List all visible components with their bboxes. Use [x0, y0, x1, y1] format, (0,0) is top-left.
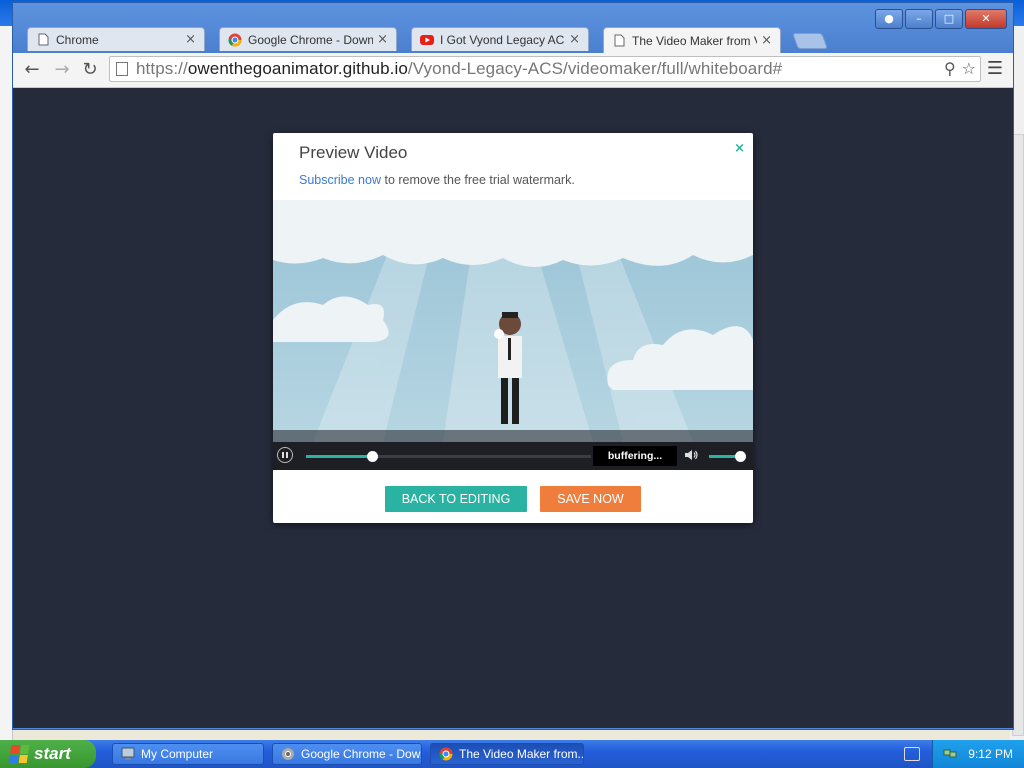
- video-scene: [273, 200, 753, 442]
- url-text: https://owenthegoanimator.github.io/Vyon…: [136, 59, 783, 78]
- preview-video-dialog: Preview Video × Subscribe now to remove …: [273, 133, 753, 523]
- page-viewport: Preview Video × Subscribe now to remove …: [13, 88, 1013, 728]
- clock: 9:12 PM: [968, 747, 1013, 761]
- taskbar-item-video-maker[interactable]: The Video Maker from...: [430, 743, 584, 765]
- video-frame[interactable]: [273, 200, 753, 442]
- user-icon[interactable]: ●: [875, 9, 903, 29]
- minimize-button[interactable]: –: [905, 9, 933, 29]
- address-bar[interactable]: https://owenthegoanimator.github.io/Vyon…: [109, 56, 981, 82]
- tab-close-icon[interactable]: ×: [761, 33, 772, 48]
- bookmark-star-icon[interactable]: ☆: [962, 59, 976, 78]
- seek-bar[interactable]: [306, 451, 591, 462]
- volume-handle[interactable]: [734, 451, 746, 462]
- back-to-editing-button[interactable]: BACK TO EDITING: [385, 486, 527, 512]
- video-controls: buffering...: [273, 442, 753, 470]
- volume-slider[interactable]: [709, 451, 746, 462]
- tab-close-icon[interactable]: ×: [569, 32, 580, 47]
- windows-logo-icon: [8, 745, 30, 763]
- page-icon: [36, 33, 50, 47]
- tab-label: I Got Vyond Legacy ACS: [440, 32, 566, 47]
- tab-chrome[interactable]: Chrome ×: [27, 27, 205, 51]
- search-icon[interactable]: ⚲: [944, 59, 956, 78]
- seek-handle[interactable]: [366, 451, 378, 462]
- new-tab-button[interactable]: [792, 33, 828, 49]
- tab-close-icon[interactable]: ×: [377, 32, 388, 47]
- maximize-button[interactable]: □: [935, 9, 963, 29]
- tab-label: Google Chrome - Download t: [248, 32, 374, 47]
- chrome-titlebar: ● – □ ✕ Chrome × Google Chrome - Downloa…: [13, 3, 1013, 53]
- chrome-icon: [282, 748, 294, 760]
- tab-google-chrome-download[interactable]: Google Chrome - Download t ×: [219, 27, 397, 51]
- tab-label: The Video Maker from Vyond: [632, 33, 757, 48]
- save-now-button[interactable]: SAVE NOW: [540, 486, 641, 512]
- volume-icon[interactable]: [683, 447, 699, 463]
- tab-label: Chrome: [56, 32, 99, 47]
- chrome-window: ● – □ ✕ Chrome × Google Chrome - Downloa…: [12, 2, 1014, 730]
- pause-icon[interactable]: [277, 447, 293, 463]
- youtube-icon: [420, 33, 434, 47]
- computer-icon: [121, 747, 135, 760]
- tab-video-maker[interactable]: The Video Maker from Vyond ×: [603, 27, 781, 53]
- chrome-icon: [439, 747, 453, 761]
- watermark-notice: Subscribe now to remove the free trial w…: [299, 173, 575, 187]
- back-arrow-icon[interactable]: ←: [21, 59, 43, 81]
- menu-icon[interactable]: ☰: [985, 59, 1005, 79]
- tab-close-icon[interactable]: ×: [185, 32, 196, 47]
- buffering-status: buffering...: [593, 446, 677, 466]
- browser-toolbar: ← → ↻ https://owenthegoanimator.github.i…: [13, 53, 1013, 88]
- start-button[interactable]: start: [0, 740, 96, 768]
- dialog-title: Preview Video: [299, 143, 408, 162]
- network-icon[interactable]: [943, 746, 957, 760]
- forward-arrow-icon[interactable]: →: [51, 59, 73, 81]
- chrome-icon: [228, 33, 242, 47]
- tab-strip: Chrome × Google Chrome - Download t × I …: [27, 27, 828, 53]
- page-icon: [612, 34, 626, 48]
- keyboard-icon[interactable]: [904, 747, 920, 761]
- close-icon[interactable]: ×: [734, 141, 745, 156]
- tab-youtube[interactable]: I Got Vyond Legacy ACS ×: [411, 27, 589, 51]
- taskbar: start My Computer Google Chrome - Dow...…: [0, 740, 1024, 768]
- system-tray: 9:12 PM: [932, 740, 1024, 768]
- taskbar-item-my-computer[interactable]: My Computer: [112, 743, 264, 765]
- taskbar-item-chrome-download[interactable]: Google Chrome - Dow...: [272, 743, 422, 765]
- page-info-icon[interactable]: [116, 62, 128, 76]
- subscribe-link[interactable]: Subscribe now: [299, 173, 381, 187]
- reload-icon[interactable]: ↻: [79, 59, 101, 81]
- close-window-button[interactable]: ✕: [965, 9, 1007, 29]
